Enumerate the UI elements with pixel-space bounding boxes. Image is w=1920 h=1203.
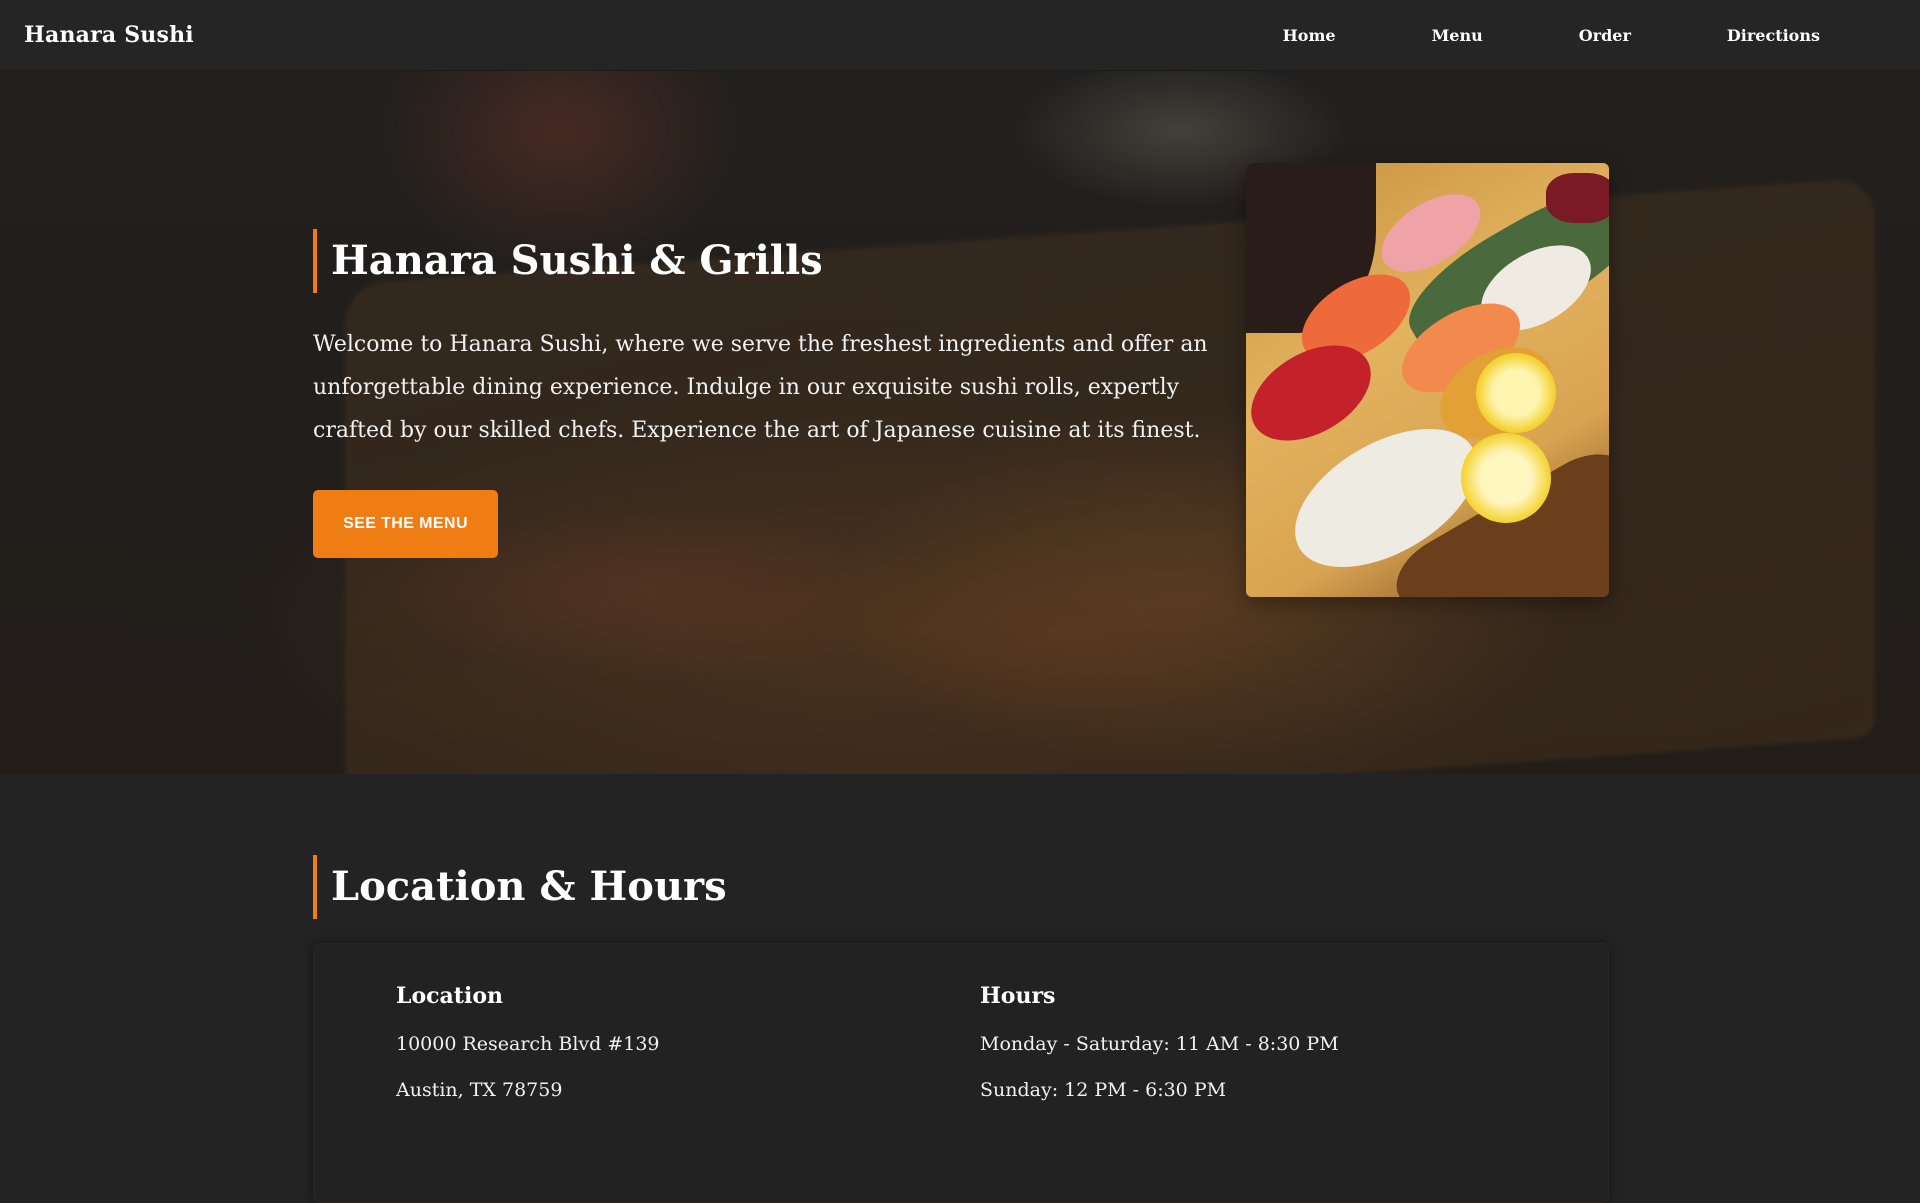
location-heading: Location bbox=[396, 983, 503, 1009]
hero-section: Hanara Sushi & Grills Welcome to Hanara … bbox=[0, 71, 1920, 774]
nav-link-order[interactable]: Order bbox=[1519, 26, 1667, 45]
location-hours-section: Location & Hours Location 10000 Research… bbox=[313, 855, 1609, 1203]
brand-logo-link[interactable]: Hanara Sushi bbox=[24, 22, 194, 48]
hero-title: Hanara Sushi & Grills bbox=[313, 229, 1213, 293]
hours-column: Hours Monday - Saturday: 11 AM - 8:30 PM… bbox=[980, 982, 1339, 1102]
top-navbar: Hanara Sushi Home Menu Order Directions bbox=[0, 0, 1920, 71]
photo-lemon-slice bbox=[1461, 433, 1551, 523]
hours-heading: Hours bbox=[980, 983, 1056, 1009]
hero-content: Hanara Sushi & Grills Welcome to Hanara … bbox=[313, 229, 1213, 558]
hours-weekday: Monday - Saturday: 11 AM - 8:30 PM bbox=[980, 1033, 1339, 1055]
nav-link-menu[interactable]: Menu bbox=[1372, 26, 1519, 45]
hero-description: Welcome to Hanara Sushi, where we serve … bbox=[313, 332, 1208, 443]
address-line-2: Austin, TX 78759 bbox=[396, 1079, 563, 1101]
photo-roll bbox=[1546, 173, 1609, 223]
nav-link-home[interactable]: Home bbox=[1283, 26, 1372, 45]
address-line-1: 10000 Research Blvd #139 bbox=[396, 1033, 660, 1055]
hours-sunday: Sunday: 12 PM - 6:30 PM bbox=[980, 1079, 1227, 1101]
nav-links: Home Menu Order Directions bbox=[1283, 26, 1856, 45]
location-hours-card: Location 10000 Research Blvd #139 Austin… bbox=[313, 943, 1609, 1203]
photo-lemon-slice bbox=[1476, 353, 1556, 433]
see-the-menu-button[interactable]: SEE THE MENU bbox=[313, 490, 498, 558]
location-column: Location 10000 Research Blvd #139 Austin… bbox=[396, 982, 660, 1102]
sushi-platter-photo bbox=[1246, 163, 1609, 597]
nav-link-directions[interactable]: Directions bbox=[1667, 26, 1856, 45]
location-hours-title: Location & Hours bbox=[313, 855, 1609, 919]
